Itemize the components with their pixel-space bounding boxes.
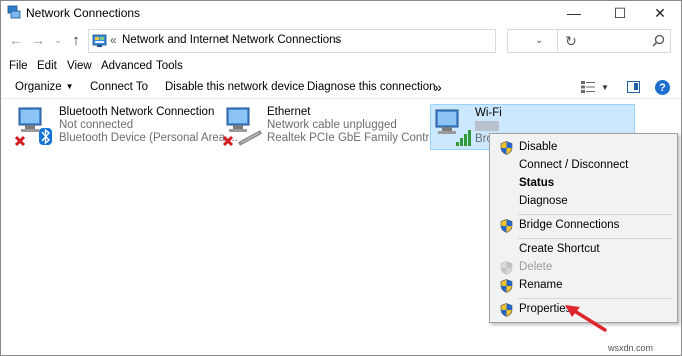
menu-item-label: Bridge Connections [519,219,620,231]
network-name-redacted: NOK [475,121,499,131]
chevron-down-icon: ▼ [65,82,74,91]
menu-separator [518,214,673,215]
connection-status: Network cable unplugged [267,119,397,131]
connection-device: Bluetooth Device (Personal Area ... [59,132,238,144]
menu-item-status[interactable]: Status [490,175,677,193]
ethernet-adapter-icon [223,107,262,146]
menu-item-label: Disable [519,141,558,153]
address-row: ← → ⌄ ↑ « Network and Internet > Network… [1,28,681,54]
close-button[interactable]: ✕ [637,1,682,25]
menu-item-label: Diagnose [519,195,568,207]
menu-item-disable[interactable]: Disable [490,139,677,157]
menu-file[interactable]: File [9,60,28,72]
watermark: wsxdn.com [608,343,654,353]
forward-button[interactable]: → [29,31,47,49]
connection-name: Wi-Fi [475,107,502,119]
menu-item-rename[interactable]: Rename [490,277,677,295]
menu-separator [518,238,673,239]
menu-tools[interactable]: Tools [156,60,183,72]
menu-item-delete: Delete [490,259,677,277]
breadcrumb-separator[interactable]: > [333,33,340,47]
menu-advanced[interactable]: Advanced [101,60,152,72]
wifi-adapter-icon [435,109,471,146]
context-menu: Disable Connect / Disconnect Status Diag… [489,133,678,323]
minimize-button[interactable]: — [551,1,597,25]
disable-device-button[interactable]: Disable this network device [165,81,304,93]
preview-pane-button[interactable] [627,81,640,93]
breadcrumb-network-connections[interactable]: Network Connections [232,34,341,46]
menu-item-label: Delete [519,261,553,273]
connection-status: Not connected [59,119,134,131]
connection-item-bluetooth[interactable]: Bluetooth Network Connection Not connect… [15,104,238,150]
menu-item-label: Rename [519,279,563,291]
diagnose-connection-button[interactable]: Diagnose this connection [307,81,436,93]
up-button[interactable]: ↑ [67,31,85,49]
breadcrumb-separator[interactable]: > [221,33,228,47]
command-bar: Organize ▼ Connect To Disable this networ… [1,77,681,99]
connection-item-ethernet[interactable]: Ethernet Network cable unplugged Realtek… [223,104,451,150]
search-input[interactable] [507,29,671,53]
bluetooth-adapter-icon [15,107,52,146]
breadcrumb-overflow[interactable]: « [110,33,117,47]
back-button[interactable]: ← [7,31,25,49]
breadcrumb-network-and-internet[interactable]: Network and Internet [122,34,229,46]
recent-locations-button[interactable]: ⌄ [49,31,67,49]
uac-shield-icon [500,141,513,155]
menu-item-label: Connect / Disconnect [519,159,629,171]
connection-text: Bluetooth Network Connection Not connect… [59,106,238,145]
menu-item-label: Create Shortcut [519,243,600,255]
connection-status-redacted: NOK [475,120,502,133]
control-panel-icon [92,34,107,47]
menu-item-bridge-connections[interactable]: Bridge Connections [490,217,677,235]
title-bar: Network Connections — ☐ ✕ [1,1,681,25]
menu-separator [518,298,673,299]
change-view-icon[interactable] [581,81,595,93]
network-connections-window: Network Connections — ☐ ✕ ← → ⌄ ↑ « Netw… [0,0,682,356]
uac-shield-icon [500,279,513,293]
connection-name: Bluetooth Network Connection [59,106,215,118]
connection-device: Realtek PCIe GbE Family Controller [267,132,452,144]
search-icon [652,34,665,47]
connection-name: Ethernet [267,106,311,118]
menu-item-diagnose[interactable]: Diagnose [490,193,677,211]
red-arrow-annotation [565,305,607,332]
network-connections-icon [7,5,21,19]
uac-shield-icon [500,219,513,233]
more-commands-button[interactable]: » [434,79,442,95]
view-options-dropdown[interactable]: ▼ [601,83,609,92]
menu-edit[interactable]: Edit [37,60,57,72]
menu-item-create-shortcut[interactable]: Create Shortcut [490,241,677,259]
menu-item-label: Status [519,177,555,189]
window-title: Network Connections [26,6,141,20]
menu-item-connect-disconnect[interactable]: Connect / Disconnect [490,157,677,175]
connect-to-button[interactable]: Connect To [90,81,148,93]
connection-text: Ethernet Network cable unplugged Realtek… [267,106,451,145]
address-bar[interactable]: « Network and Internet > Network Connect… [88,29,577,53]
uac-shield-icon [500,303,513,317]
help-button[interactable]: ? [655,80,670,95]
uac-shield-icon [500,261,513,275]
organize-button[interactable]: Organize ▼ [15,81,74,93]
organize-label: Organize [15,81,62,93]
menu-view[interactable]: View [67,60,92,72]
